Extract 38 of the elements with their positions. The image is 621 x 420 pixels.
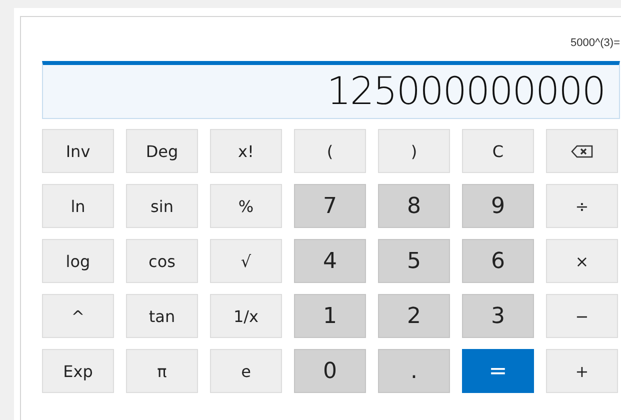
digit-key[interactable]: 9 (462, 184, 534, 228)
function-key[interactable]: Inv (42, 129, 114, 173)
function-key[interactable]: ÷ (546, 184, 618, 228)
function-key[interactable]: x! (210, 129, 282, 173)
digit-key[interactable]: 1 (294, 294, 366, 338)
function-key[interactable]: log (42, 239, 114, 283)
result-display: 125000000000 (42, 61, 620, 119)
function-key[interactable]: ln (42, 184, 114, 228)
function-key[interactable]: C (462, 129, 534, 173)
digit-key[interactable]: 7 (294, 184, 366, 228)
digit-key[interactable]: 2 (378, 294, 450, 338)
digit-key[interactable]: 8 (378, 184, 450, 228)
function-key[interactable]: √ (210, 239, 282, 283)
digit-key[interactable]: 5 (378, 239, 450, 283)
function-key[interactable]: cos (126, 239, 198, 283)
function-key[interactable]: e (210, 349, 282, 393)
expression-text: 5000^(3)= (570, 37, 620, 49)
backspace-key[interactable] (546, 129, 618, 173)
digit-key[interactable]: . (378, 349, 450, 393)
function-key[interactable]: tan (126, 294, 198, 338)
digit-key[interactable]: 4 (294, 239, 366, 283)
digit-key[interactable]: 0 (294, 349, 366, 393)
function-key[interactable]: Deg (126, 129, 198, 173)
equals-key[interactable]: = (462, 349, 534, 393)
backspace-icon (571, 144, 593, 158)
function-key[interactable]: ^ (42, 294, 114, 338)
function-key[interactable]: ) (378, 129, 450, 173)
function-key[interactable]: π (126, 349, 198, 393)
digit-key[interactable]: 3 (462, 294, 534, 338)
function-key[interactable]: × (546, 239, 618, 283)
function-key[interactable]: Exp (42, 349, 114, 393)
function-key[interactable]: % (210, 184, 282, 228)
function-key[interactable]: ( (294, 129, 366, 173)
function-key[interactable]: + (546, 349, 618, 393)
function-key[interactable]: sin (126, 184, 198, 228)
function-key[interactable]: 1/x (210, 294, 282, 338)
function-key[interactable]: − (546, 294, 618, 338)
digit-key[interactable]: 6 (462, 239, 534, 283)
